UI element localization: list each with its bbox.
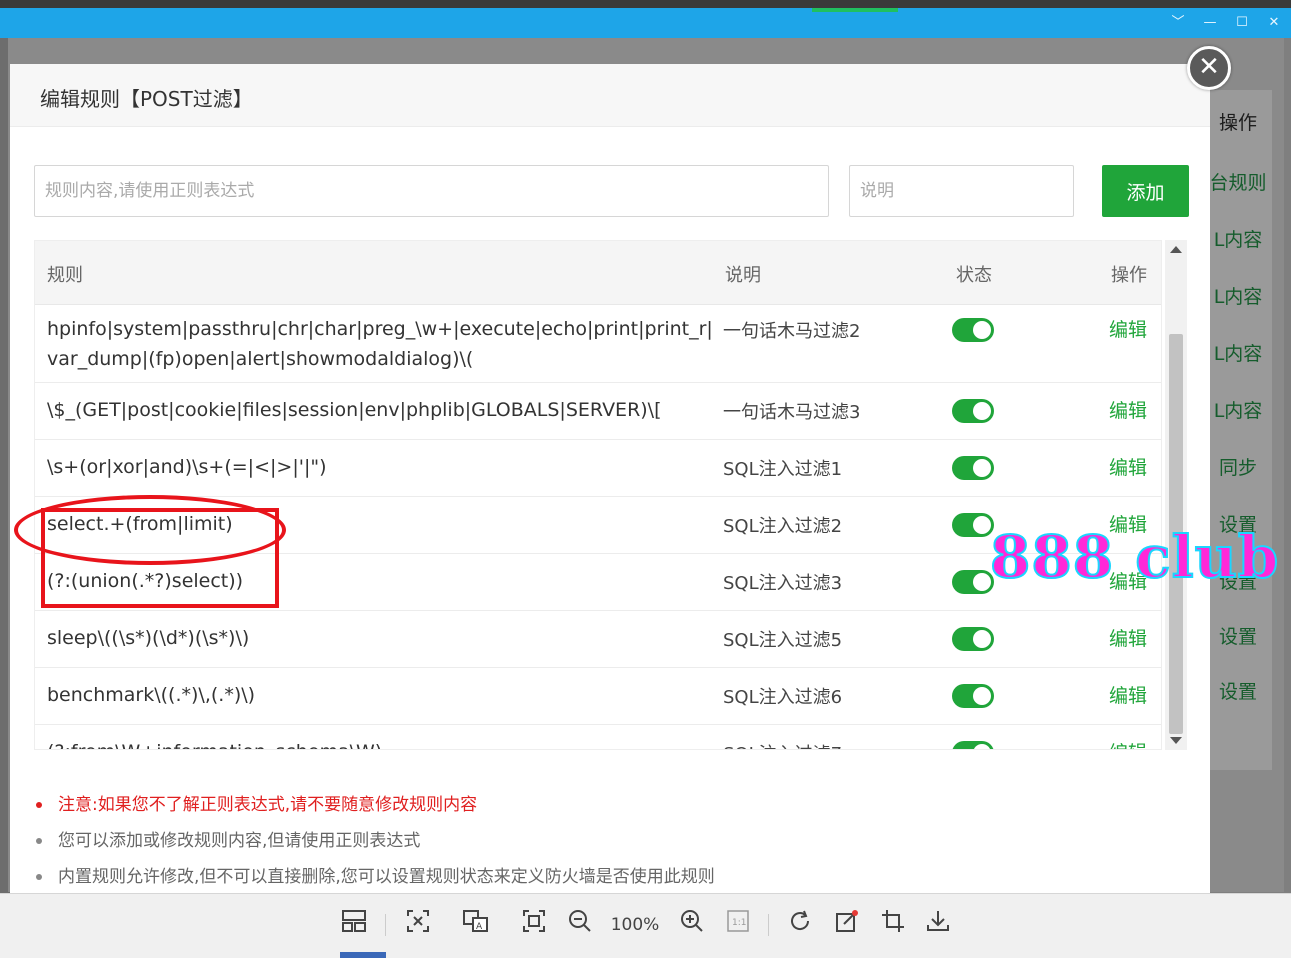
rule-cell: sleep\((\s*)(\d*)(\s*)\) <box>47 627 250 649</box>
status-toggle[interactable] <box>952 627 994 651</box>
top-strip <box>0 0 1291 8</box>
status-toggle[interactable] <box>952 318 994 342</box>
note-item: 内置规则允许修改,但不可以直接删除,您可以设置规则状态来定义防火墙是否使用此规则 <box>34 864 1154 894</box>
edit-icon[interactable] <box>830 908 864 942</box>
rule-cell: benchmark\((.*)\,(.*)\) <box>47 684 256 706</box>
description-cell: SQL注入过滤3 <box>723 573 843 594</box>
scroll-down-icon[interactable] <box>1170 737 1182 744</box>
background-cell: 台规则 <box>1209 172 1267 194</box>
table-row: \s+(or|xor|and)\s+(=|<|>|'|") SQL注入过滤1 编辑 <box>35 440 1161 497</box>
table-row: sleep\((\s*)(\d*)(\s*)\) SQL注入过滤5 编辑 <box>35 611 1161 668</box>
rule-cell: (?:from\W+information_schema\W) <box>47 737 727 749</box>
window-controls: ﹀ — ☐ ✕ <box>1171 16 1281 30</box>
note-item: 您可以添加或修改规则内容,但请使用正则表达式 <box>34 828 1154 864</box>
viewer-titlebar: ﹀ — ☐ ✕ <box>0 8 1291 38</box>
status-toggle[interactable] <box>952 399 994 423</box>
toolbar-divider <box>768 914 769 936</box>
zoom-out-icon[interactable] <box>563 908 597 942</box>
description-cell: 一句话木马过滤2 <box>723 321 861 342</box>
dialog-title: 编辑规则【POST过滤】 <box>40 87 253 111</box>
description-cell: 一句话木马过滤3 <box>723 402 861 423</box>
background-cell: 设置 <box>1218 626 1257 648</box>
edit-link[interactable]: 编辑 <box>1109 738 1147 749</box>
active-tab-indicator <box>812 8 898 12</box>
edit-link[interactable]: 编辑 <box>1109 315 1147 342</box>
scroll-up-icon[interactable] <box>1170 246 1182 253</box>
description-cell: SQL注入过滤7 <box>723 740 842 749</box>
table-row: \$_(GET|post|cookie|files|session|env|ph… <box>35 383 1161 440</box>
description-cell: SQL注入过滤2 <box>723 516 843 537</box>
edit-link[interactable]: 编辑 <box>1109 681 1147 708</box>
zoom-in-icon[interactable] <box>675 908 709 942</box>
close-window-icon[interactable]: ✕ <box>1267 16 1281 30</box>
status-toggle[interactable] <box>952 741 994 749</box>
background-cell: L内容 <box>1213 286 1263 308</box>
status-toggle[interactable] <box>952 513 994 537</box>
header-description: 说明 <box>725 265 761 286</box>
header-status: 状态 <box>956 265 992 286</box>
background-column-header: 操作 <box>1218 112 1257 134</box>
crop-icon[interactable] <box>876 908 910 942</box>
table-row: benchmark\((.*)\,(.*)\) SQL注入过滤6 编辑 <box>35 668 1161 725</box>
translate-icon[interactable]: A <box>459 908 493 942</box>
description-cell: SQL注入过滤1 <box>723 459 843 480</box>
rule-cell: \$_(GET|post|cookie|files|session|env|ph… <box>47 399 662 421</box>
edit-link[interactable]: 编辑 <box>1109 453 1147 480</box>
maximize-icon[interactable]: ☐ <box>1235 16 1249 30</box>
notes-list: 注意:如果您不了解正则表达式,请不要随意修改规则内容 您可以添加或修改规则内容,… <box>34 792 1154 894</box>
background-cell: L内容 <box>1213 229 1263 251</box>
edit-link[interactable]: 编辑 <box>1109 396 1147 423</box>
taskbar-indicator <box>340 952 386 958</box>
add-rule-button[interactable]: 添加 <box>1102 165 1189 217</box>
fullscreen-icon[interactable] <box>517 908 551 942</box>
zoom-level: 100% <box>610 915 660 935</box>
minimize-icon[interactable]: — <box>1203 16 1217 30</box>
description-cell: SQL注入过滤5 <box>723 630 843 651</box>
actual-size-label: 1:1 <box>732 918 746 928</box>
header-operation: 操作 <box>1111 265 1147 286</box>
status-toggle[interactable] <box>952 570 994 594</box>
background-cell: L内容 <box>1213 400 1263 422</box>
status-toggle[interactable] <box>952 456 994 480</box>
rotate-icon[interactable] <box>783 908 817 942</box>
layout-icon[interactable] <box>337 908 371 942</box>
description-cell: SQL注入过滤6 <box>723 687 843 708</box>
rule-content-input[interactable] <box>34 165 829 217</box>
download-icon[interactable] <box>921 908 955 942</box>
table-row: (?:from\W+information_schema\W)SQL注入过滤7 编… <box>35 725 1161 749</box>
red-rectangle-annotation <box>41 508 279 608</box>
rules-table: 规则 说明 状态 操作 hpinfo|system|passthru|chr|c… <box>34 240 1162 750</box>
actual-size-icon[interactable]: 1:1 <box>721 908 755 942</box>
edit-rule-dialog: 编辑规则【POST过滤】 添加 规则 说明 状态 操作 hpinfo|syste… <box>10 64 1210 894</box>
status-toggle[interactable] <box>952 684 994 708</box>
background-cell: L内容 <box>1213 343 1263 365</box>
collapse-icon[interactable]: ﹀ <box>1171 16 1185 30</box>
description-input[interactable] <box>849 165 1074 217</box>
background-cell: 设置 <box>1218 681 1257 703</box>
background-cell: 同步 <box>1218 457 1257 479</box>
toolbar-divider <box>385 914 386 936</box>
svg-text:A: A <box>476 922 483 932</box>
table-row: hpinfo|system|passthru|chr|char|preg_\w+… <box>35 293 1161 383</box>
fit-icon[interactable] <box>401 908 435 942</box>
dialog-header: 编辑规则【POST过滤】 <box>10 64 1210 127</box>
note-warning: 注意:如果您不了解正则表达式,请不要随意修改规则内容 <box>34 792 1154 828</box>
header-rule: 规则 <box>47 265 83 286</box>
rule-cell: \s+(or|xor|and)\s+(=|<|>|'|") <box>47 456 327 478</box>
viewer-toolbar: A 100% 1:1 <box>0 893 1291 958</box>
dialog-close-button[interactable]: ✕ <box>1187 46 1231 90</box>
table-header: 规则 说明 状态 操作 <box>35 241 1161 305</box>
table-scrollbar[interactable] <box>1165 240 1187 750</box>
watermark-text: 888 club <box>989 522 1280 592</box>
edit-link[interactable]: 编辑 <box>1109 624 1147 651</box>
